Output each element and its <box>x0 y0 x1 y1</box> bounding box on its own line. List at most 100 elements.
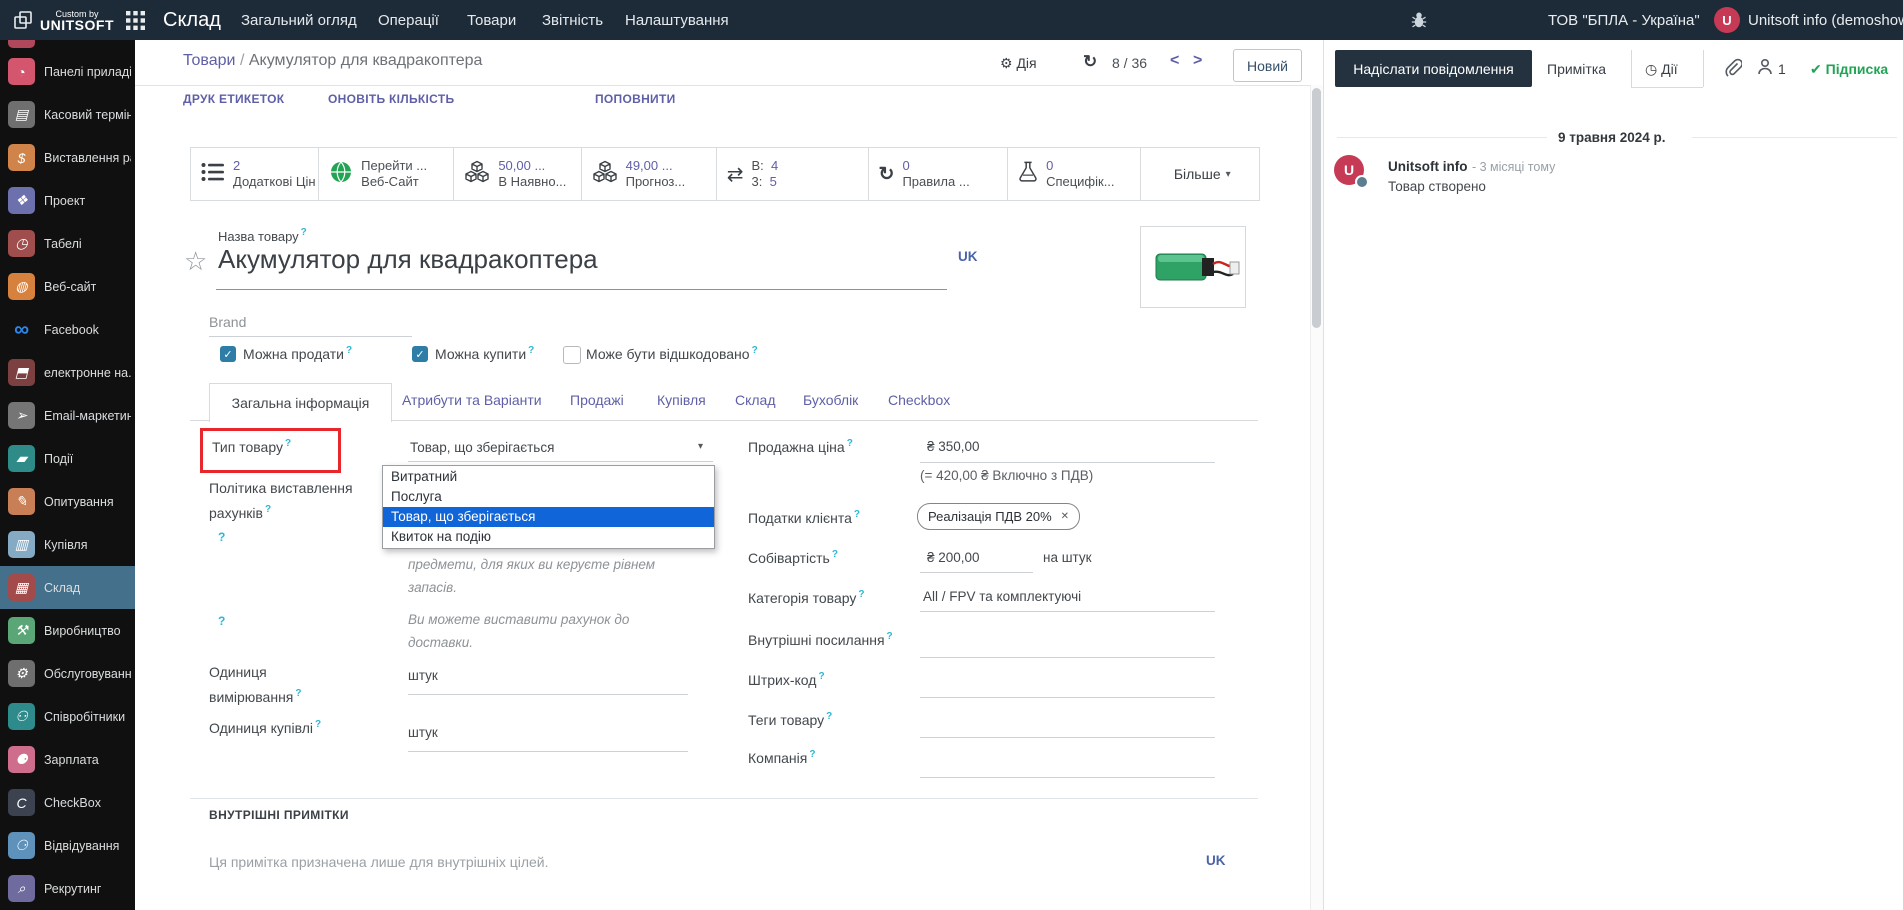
barcode-field[interactable] <box>920 697 1215 698</box>
sidebar-item-maintenance[interactable]: ⚙ Обслуговування <box>0 652 135 695</box>
sidebar-item-project[interactable]: ❖ Проект <box>0 179 135 222</box>
tab-general-info[interactable]: Загальна інформація <box>209 383 392 422</box>
tab-attributes-variants[interactable]: Атрибути та Варіанти <box>402 392 542 408</box>
tab-purchase[interactable]: Купівля <box>657 392 706 408</box>
translate-badge[interactable]: UK <box>958 249 978 264</box>
subscribe-button[interactable]: ✔ Підписка <box>1810 61 1888 78</box>
company-switcher[interactable]: ТОВ "БПЛА - Україна" <box>1548 0 1700 40</box>
more-stat-buttons-dropdown[interactable]: Більше▾ <box>1140 148 1259 200</box>
menu-reporting[interactable]: Звітність <box>542 0 603 40</box>
internal-reference-field[interactable] <box>920 657 1215 658</box>
sidebar-item-attendances[interactable]: ⚆ Відвідування <box>0 824 135 867</box>
purchase-uom-field[interactable]: штук <box>408 725 438 740</box>
product-image[interactable] <box>1140 226 1246 308</box>
log-note-tab[interactable]: Примітка <box>1547 61 1606 77</box>
inventory-icon: ▦ <box>8 574 35 601</box>
user-avatar[interactable]: U <box>1714 0 1740 40</box>
user-menu[interactable]: Unitsoft info (demoshow <box>1748 0 1903 40</box>
sidebar-item-recruitment[interactable]: ⌕ Рекрутинг <box>0 867 135 910</box>
replenish-button[interactable]: ПОПОВНИТИ <box>595 92 676 106</box>
product-name-input[interactable]: Акумулятор для квадракоптера <box>218 244 598 275</box>
update-quantity-button[interactable]: ОНОВІТЬ КІЛЬКІСТЬ <box>328 92 454 106</box>
pricelist-icon <box>201 162 225 187</box>
facebook-meta-icon: ∞ <box>8 316 35 343</box>
select-caret-icon[interactable]: ▾ <box>698 441 703 452</box>
can-buy-checkbox[interactable]: ✓ <box>412 346 428 362</box>
current-app-name[interactable]: Склад <box>163 0 221 40</box>
print-labels-button[interactable]: ДРУК ЕТИКЕТОК <box>183 92 284 106</box>
sidebar-item-pos[interactable]: ▤ Касовий термін... <box>0 93 135 136</box>
pager-prev-icon[interactable]: < <box>1170 52 1179 70</box>
checkbox-app-icon: C <box>8 789 35 816</box>
company-field[interactable] <box>920 777 1215 778</box>
sidebar-item-inventory[interactable]: ▦ Склад <box>0 566 135 609</box>
sidebar-item-purchase[interactable]: ▥ Купівля <box>0 523 135 566</box>
tab-checkbox[interactable]: Checkbox <box>888 392 950 408</box>
sidebar-item-manufacturing[interactable]: ⚒ Виробництво <box>0 609 135 652</box>
product-type-select[interactable]: Товар, що зберігається <box>410 440 554 455</box>
followers-person-icon[interactable] <box>1757 58 1773 81</box>
sidebar-item-facebook[interactable]: ∞ Facebook <box>0 308 135 351</box>
menu-products[interactable]: Товари <box>467 0 516 40</box>
stat-button-on-hand[interactable]: 50,00 ...В Наявно... <box>453 148 580 200</box>
tab-sales[interactable]: Продажі <box>570 392 624 408</box>
dashboard-icon: ◔ <box>8 58 35 85</box>
stat-button-forecasted[interactable]: 49,00 ...Прогноз... <box>581 148 716 200</box>
dropdown-option-storable[interactable]: Товар, що зберігається <box>383 507 714 527</box>
internal-notes-input[interactable]: Ця примітка призначена лише для внутрішн… <box>209 854 549 870</box>
menu-operations[interactable]: Операції <box>378 0 439 40</box>
pager-next-icon[interactable]: > <box>1193 52 1202 70</box>
stat-button-reordering-rules[interactable]: ↻ 0Правила ... <box>868 148 1008 200</box>
dropdown-option-consumable[interactable]: Витратний <box>383 467 714 487</box>
product-tags-field[interactable] <box>920 737 1215 738</box>
scrollbar-thumb[interactable] <box>1312 88 1321 328</box>
sidebar-item-events[interactable]: ▰ Події <box>0 437 135 480</box>
employees-icon: ⚇ <box>8 703 35 730</box>
product-category-field[interactable]: All / FPV та комплектуючі <box>923 589 1081 604</box>
menu-overview[interactable]: Загальний огляд <box>241 0 357 40</box>
brand-field[interactable]: Brand <box>209 314 246 330</box>
sidebar-item-invoicing[interactable]: $ Виставлення ра... <box>0 136 135 179</box>
new-record-button[interactable]: Новий <box>1233 49 1302 82</box>
purchase-uom-underline <box>408 751 688 752</box>
can-refund-checkbox[interactable]: ✓ <box>563 346 581 364</box>
stat-button-extra-prices[interactable]: 2Додаткові Цін <box>191 148 318 200</box>
product-category-label: Категорія товару? <box>748 589 864 606</box>
sidebar-item-dashboards[interactable]: ◔ Панелі приладів <box>0 50 135 93</box>
apps-grid-icon[interactable] <box>126 0 145 40</box>
action-menu-button[interactable]: ⚙ Дія <box>1000 55 1037 72</box>
sidebar-item-checkbox[interactable]: C CheckBox <box>0 781 135 824</box>
sidebar-item-timesheets[interactable]: ◷ Табелі <box>0 222 135 265</box>
remove-tag-icon[interactable]: ✕ <box>1061 511 1069 522</box>
dropdown-option-service[interactable]: Послуга <box>383 487 714 507</box>
favorite-star-icon[interactable]: ☆ <box>184 246 207 277</box>
uom-field[interactable]: штук <box>408 668 438 683</box>
attachments-paperclip-icon[interactable] <box>1724 58 1742 83</box>
sidebar-item-website[interactable]: ◍ Веб-сайт <box>0 265 135 308</box>
refresh-icon[interactable]: ↻ <box>1083 52 1097 72</box>
sales-price-field[interactable]: ₴ 350,00 <box>927 439 980 454</box>
activities-button[interactable]: ◷ Дії <box>1645 61 1678 78</box>
tab-inventory[interactable]: Склад <box>735 392 776 408</box>
breadcrumb-products-link[interactable]: Товари <box>183 52 235 69</box>
stat-button-in-out[interactable]: ⇄ В: 4 3: 5 <box>716 148 868 200</box>
stat-button-goto-website[interactable]: Перейти ...Веб-Сайт <box>318 148 453 200</box>
sidebar-item-surveys[interactable]: ✎ Опитування <box>0 480 135 523</box>
chevron-down-icon: ▾ <box>1226 169 1231 180</box>
can-sell-checkbox[interactable]: ✓ <box>220 346 236 362</box>
send-message-button[interactable]: Надіслати повідомлення <box>1335 50 1532 87</box>
customer-tax-tag[interactable]: Реалізація ПДВ 20%✕ <box>917 503 1080 530</box>
dropdown-option-event-ticket[interactable]: Квиток на подію <box>383 527 714 547</box>
notes-translate-badge[interactable]: UK <box>1206 853 1226 868</box>
product-type-underline <box>408 461 713 462</box>
cost-field[interactable]: ₴ 200,00 <box>927 550 980 565</box>
sidebar-item-elearning[interactable]: ⬒ електронне на... <box>0 351 135 394</box>
sidebar-item-email-marketing[interactable]: ➢ Email-маркетинг <box>0 394 135 437</box>
sidebar-item-employees[interactable]: ⚇ Співробітники <box>0 695 135 738</box>
message-author[interactable]: Unitsoft info <box>1388 159 1467 174</box>
cubes-icon <box>464 160 490 189</box>
menu-settings[interactable]: Налаштування <box>625 0 729 40</box>
stat-button-bom[interactable]: 0Специфік... <box>1007 148 1140 200</box>
sidebar-item-payroll[interactable]: ⚈ Зарплата <box>0 738 135 781</box>
tab-accounting[interactable]: Бухоблік <box>803 392 858 408</box>
